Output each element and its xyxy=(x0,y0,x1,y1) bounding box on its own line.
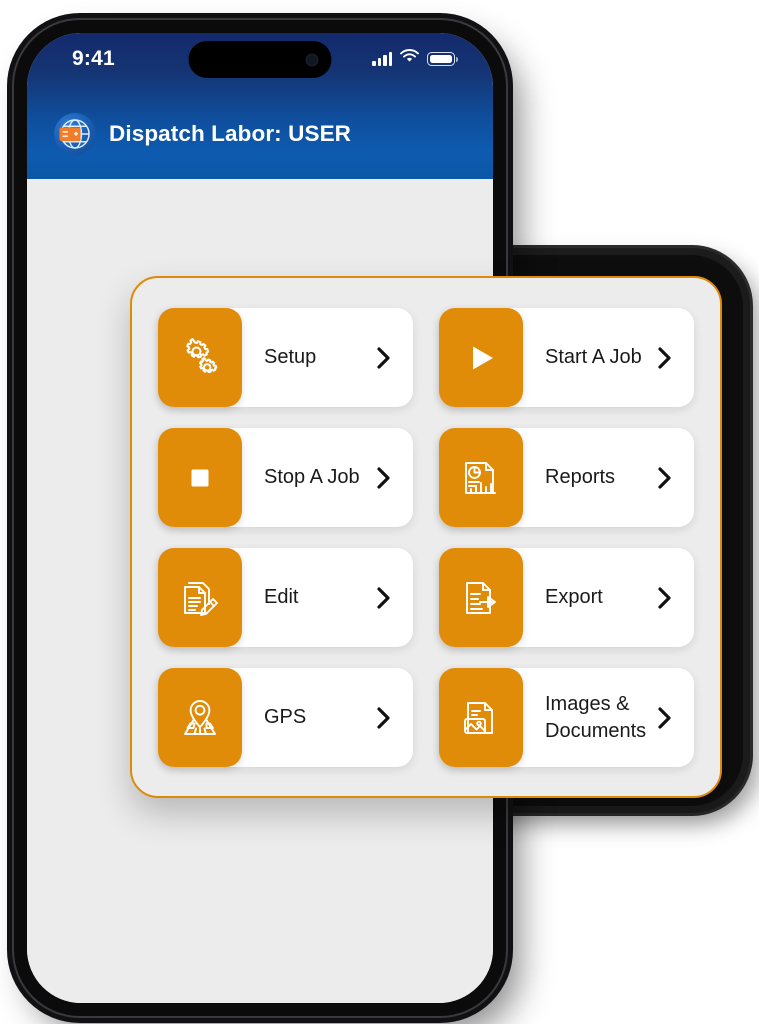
status-bar-time: 9:41 xyxy=(72,47,115,70)
menu-panel: Setup Start A Job Stop A Job Reports Edi… xyxy=(130,276,722,798)
menu-item-label: Reports xyxy=(545,466,616,488)
chevron-right-icon xyxy=(376,706,413,730)
menu-item-label: Edit xyxy=(264,586,299,608)
menu-item-label: Start A Job xyxy=(545,346,642,368)
battery-icon xyxy=(427,51,458,66)
app-header: 9:41 Dispatch Labor: USER xyxy=(27,33,493,179)
menu-item-reports[interactable]: Reports xyxy=(439,428,694,527)
dynamic-island xyxy=(188,41,332,78)
chevron-right-icon xyxy=(657,466,694,490)
document-export-icon xyxy=(439,548,523,647)
menu-item-setup[interactable]: Setup xyxy=(158,308,413,407)
chevron-right-icon xyxy=(376,466,413,490)
chevron-right-icon xyxy=(376,346,413,370)
status-bar-icons xyxy=(372,49,458,68)
chevron-right-icon xyxy=(657,586,694,610)
front-camera-icon xyxy=(305,53,319,66)
menu-item-start-a-job[interactable]: Start A Job xyxy=(439,308,694,407)
status-bar: 9:41 xyxy=(27,33,493,89)
document-pencil-icon xyxy=(158,548,242,647)
menu-item-label: Stop A Job xyxy=(264,466,360,488)
menu-item-export[interactable]: Export xyxy=(439,548,694,647)
menu-item-label: Export xyxy=(545,586,603,608)
menu-item-images-and-documents[interactable]: Images & Documents xyxy=(439,668,694,767)
map-pin-icon xyxy=(158,668,242,767)
globe-card-logo-icon xyxy=(54,113,96,155)
wifi-icon xyxy=(400,49,419,68)
app-bar: Dispatch Labor: USER xyxy=(27,89,493,179)
app-bar-title: Dispatch Labor: USER xyxy=(109,121,352,146)
chevron-right-icon xyxy=(657,346,694,370)
menu-item-label: GPS xyxy=(264,706,307,728)
menu-item-stop-a-job[interactable]: Stop A Job xyxy=(158,428,413,527)
cellular-signal-icon xyxy=(372,51,392,66)
image-document-icon xyxy=(439,668,523,767)
menu-item-gps[interactable]: GPS xyxy=(158,668,413,767)
stop-square-icon xyxy=(158,428,242,527)
chevron-right-icon xyxy=(657,706,694,730)
chevron-right-icon xyxy=(376,586,413,610)
gears-icon xyxy=(158,308,242,407)
menu-item-edit[interactable]: Edit xyxy=(158,548,413,647)
menu-item-label: Setup xyxy=(264,346,317,368)
play-icon xyxy=(439,308,523,407)
menu-grid: Setup Start A Job Stop A Job Reports Edi… xyxy=(158,308,694,767)
report-chart-icon xyxy=(439,428,523,527)
menu-item-label: Images & Documents xyxy=(545,692,647,742)
